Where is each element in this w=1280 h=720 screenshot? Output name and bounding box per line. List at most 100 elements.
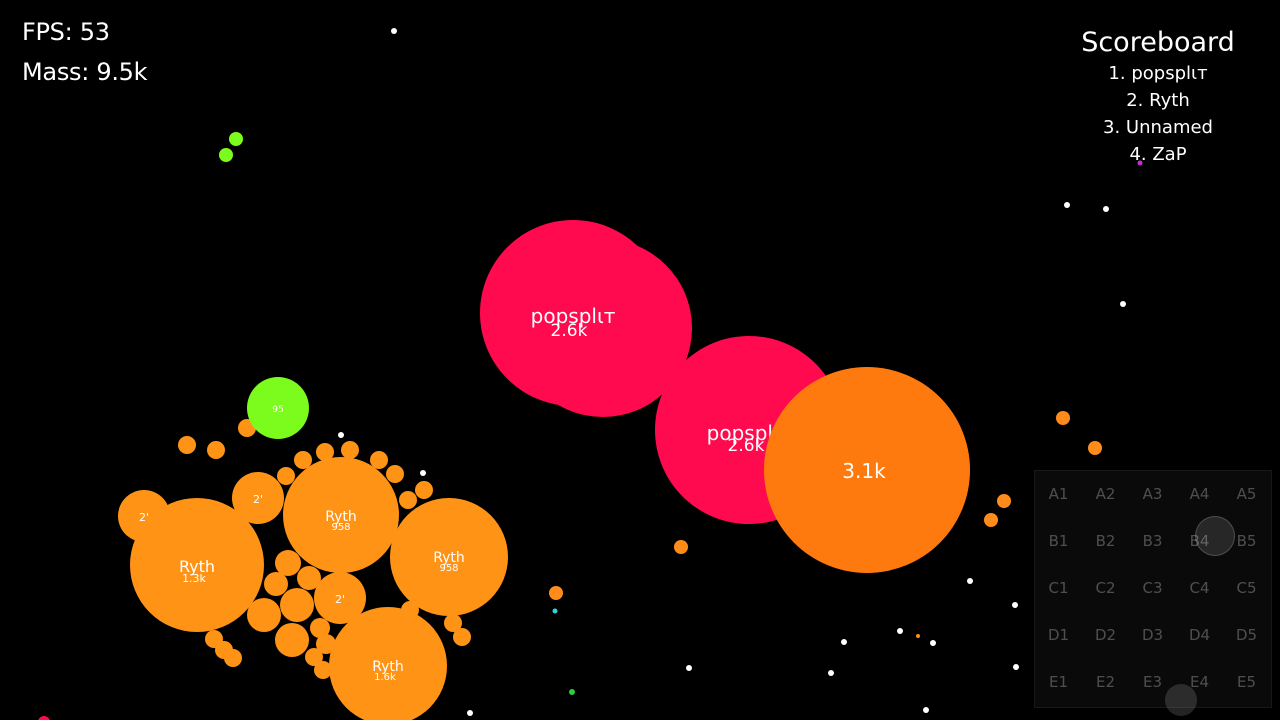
ejected-mass-blob	[207, 441, 225, 459]
food-pellet	[391, 28, 397, 34]
ejected-mass-blob	[294, 451, 312, 469]
ejected-mass-blob	[674, 540, 688, 554]
scoreboard-name: Unnamed	[1125, 117, 1213, 138]
popsplit-cell: popsplιт 2.6k	[480, 220, 692, 417]
food-pellet	[569, 689, 575, 695]
food-pellet	[1103, 206, 1109, 212]
minimap-sector-e1: E1	[1048, 673, 1069, 691]
food-pellet	[1120, 301, 1126, 307]
ryth-cell-cluster: 2' 2' 2' Ryth 1.3k Ryth 958 Ryth 958 Ryt…	[118, 419, 508, 720]
minimap-sector-d3: D3	[1141, 626, 1164, 644]
minimap-sector-c2: C2	[1095, 579, 1116, 597]
food-pellet	[916, 634, 920, 638]
scoreboard-list: 1popsplιт 2Ryth 3Unnamed 4ZaP	[1060, 60, 1256, 168]
food-pellet	[930, 640, 936, 646]
svg-text:95: 95	[272, 405, 283, 415]
minimap[interactable]: E5 E4 E3 E2 E1 D5 D4 D3 D2 D1 C5 C4 C3 C2 C1 B5 B4 B3 B2 B1…	[1034, 470, 1272, 716]
minimap-sector-c1: C1	[1048, 579, 1069, 597]
ejected-mass-blob	[224, 649, 242, 667]
ejected-mass-blob	[415, 481, 433, 499]
food-pellet	[338, 432, 344, 438]
minimap-sector-b1: B1	[1048, 532, 1069, 550]
ryth-cell: Ryth 958	[283, 457, 399, 573]
minimap-sector-c5: C5	[1236, 579, 1257, 597]
food-pellet	[686, 665, 692, 671]
ejected-mass-blob	[997, 494, 1011, 508]
ryth-cell: Ryth 958	[390, 498, 508, 616]
mass-label: Mass	[22, 58, 96, 86]
scoreboard-name: popsplιт	[1131, 63, 1208, 84]
minimap-sector-c3: C3	[1142, 579, 1163, 597]
svg-text:1.3k: 1.3k	[182, 572, 206, 585]
ejected-mass-blob	[386, 465, 404, 483]
ejected-mass-blob	[453, 628, 471, 646]
minimap-sector-b2: B2	[1095, 532, 1116, 550]
fps-label: FPS	[22, 18, 80, 46]
svg-text:2.6k: 2.6k	[551, 321, 588, 341]
ejected-mass-blob	[399, 491, 417, 509]
orange-player-cell: 3.1k	[764, 367, 970, 573]
ejected-mass-blob	[1056, 411, 1070, 425]
scoreboard-rank: 2	[1126, 90, 1149, 111]
svg-text:1.6k: 1.6k	[374, 672, 396, 683]
minimap-sector-c4: C4	[1189, 579, 1210, 597]
svg-text:3.1k: 3.1k	[842, 459, 886, 483]
fps-value: 53	[79, 18, 110, 46]
food-pellet	[1013, 664, 1019, 670]
minimap-player-marker	[1195, 516, 1235, 556]
ejected-mass-blob	[280, 588, 314, 622]
minimap-sector-d1: D1	[1047, 626, 1070, 644]
ejected-mass-blob	[264, 572, 288, 596]
minimap-sector-b3: B3	[1142, 532, 1163, 550]
minimap-sector-a3: A3	[1142, 485, 1163, 503]
minimap-sector-a5: A5	[1236, 485, 1257, 503]
minimap-sector-d2: D2	[1094, 626, 1117, 644]
ejected-mass-blob	[1088, 441, 1102, 455]
minimap-sector-a1: A1	[1048, 485, 1069, 503]
minimap-sector-e2: E2	[1095, 673, 1116, 691]
svg-text:2.6k: 2.6k	[728, 436, 765, 456]
food-pellet	[828, 670, 834, 676]
minimap-sector-d5: D5	[1235, 626, 1258, 644]
food-pellet	[1064, 202, 1070, 208]
svg-text:958: 958	[331, 522, 350, 533]
scoreboard-rank: 4	[1129, 144, 1152, 165]
scoreboard-entry: 1popsplιт	[1060, 60, 1256, 87]
scoreboard-title: Scoreboard	[1081, 27, 1235, 58]
ryth-cell: Ryth 1.6k	[329, 607, 447, 720]
minimap-sector-a4: A4	[1189, 485, 1210, 503]
food-pellet	[552, 608, 558, 614]
ejected-mass-blob	[341, 441, 359, 459]
scoreboard-entry: 3Unnamed	[1060, 114, 1256, 141]
fps-counter: FPS53	[22, 18, 110, 46]
mass-value: 9.5k	[96, 58, 148, 86]
food-pellet	[923, 707, 929, 713]
food-pellet	[38, 716, 50, 720]
scoreboard-entry: 4ZaP	[1060, 141, 1256, 168]
scoreboard-rank: 3	[1103, 117, 1126, 138]
green-cell: 95	[247, 377, 309, 439]
ryth-cell: Ryth 1.3k	[130, 498, 264, 632]
ejected-mass-blob	[370, 451, 388, 469]
food-pellet	[229, 132, 243, 146]
scoreboard-name: Ryth	[1149, 90, 1190, 111]
minimap-other-marker	[1165, 684, 1197, 716]
ejected-mass-blob	[275, 550, 301, 576]
food-pellet	[967, 578, 973, 584]
scoreboard-entry: 2Ryth	[1060, 87, 1256, 114]
food-pellet	[841, 639, 847, 645]
minimap-sector-a2: A2	[1095, 485, 1116, 503]
ejected-mass-blob	[275, 623, 309, 657]
svg-text:2': 2'	[253, 493, 263, 506]
ejected-mass-blob	[178, 436, 196, 454]
ejected-mass-blob	[549, 586, 563, 600]
scoreboard-rank: 1	[1108, 63, 1131, 84]
minimap-sector-d4: D4	[1188, 626, 1211, 644]
food-pellet	[219, 148, 233, 162]
minimap-sector-e5: E5	[1236, 673, 1257, 691]
food-pellet	[897, 628, 903, 634]
ejected-mass-blob	[984, 513, 998, 527]
scoreboard-name: ZaP	[1152, 144, 1187, 165]
mass-counter: Mass9.5k	[22, 58, 148, 86]
food-pellet	[1012, 602, 1018, 608]
